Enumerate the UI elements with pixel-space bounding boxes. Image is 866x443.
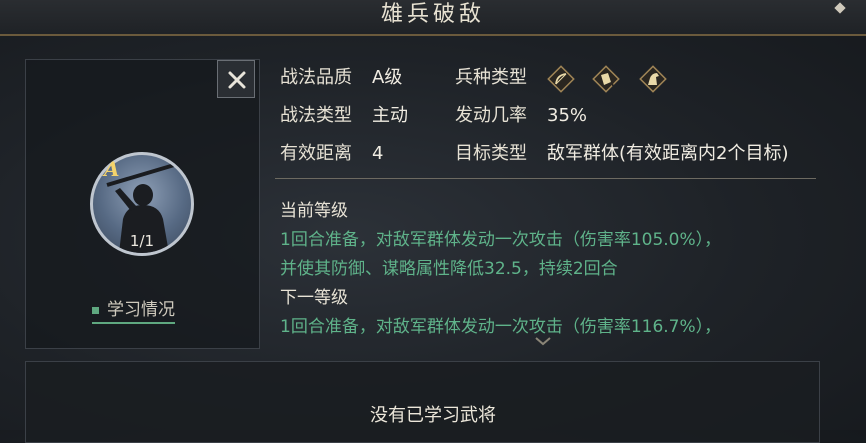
next-level-line: 1回合准备，对敌军群体发动一次攻击（伤害率116.7%），	[280, 317, 722, 337]
type-value: 主动	[372, 105, 408, 126]
quality-label: 战法品质	[280, 67, 352, 88]
troop-type-label: 兵种类型	[455, 67, 527, 88]
target-label: 目标类型	[455, 143, 527, 164]
grade-badge: A	[104, 157, 120, 181]
window-title: 雄兵破敌	[380, 2, 485, 27]
close-button[interactable]	[217, 60, 255, 98]
square-bullet-icon	[92, 306, 99, 314]
close-icon	[228, 71, 246, 89]
range-value: 4	[372, 143, 384, 164]
target-value: 敌军群体(有效距离内2个目标)	[547, 143, 789, 164]
horse-icon[interactable]	[638, 64, 668, 94]
quality-value: A级	[372, 67, 403, 88]
range-label: 有效距离	[280, 143, 352, 164]
rate-label: 发动几率	[455, 105, 527, 126]
current-level-heading: 当前等级	[280, 201, 348, 221]
current-level-line: 并使其防御、谋略属性降低32.5，持续2回合	[280, 259, 618, 279]
next-level-heading: 下一等级	[280, 288, 348, 308]
stats-divider	[275, 178, 816, 179]
study-status-link[interactable]: 学习情况	[92, 295, 175, 324]
title-bar: 雄兵破敌	[0, 0, 866, 36]
rate-value: 35%	[547, 105, 588, 126]
shield-icon[interactable]	[591, 64, 621, 94]
type-label: 战法类型	[280, 105, 352, 126]
study-status-label: 学习情况	[107, 300, 175, 320]
current-level-line: 1回合准备，对敌军群体发动一次攻击（伤害率105.0%），	[280, 230, 722, 250]
chevron-down-icon[interactable]	[534, 336, 552, 346]
empty-generals-message: 没有已学习武将	[370, 405, 496, 426]
study-count: 1/1	[129, 232, 155, 250]
bow-icon[interactable]	[546, 64, 576, 94]
